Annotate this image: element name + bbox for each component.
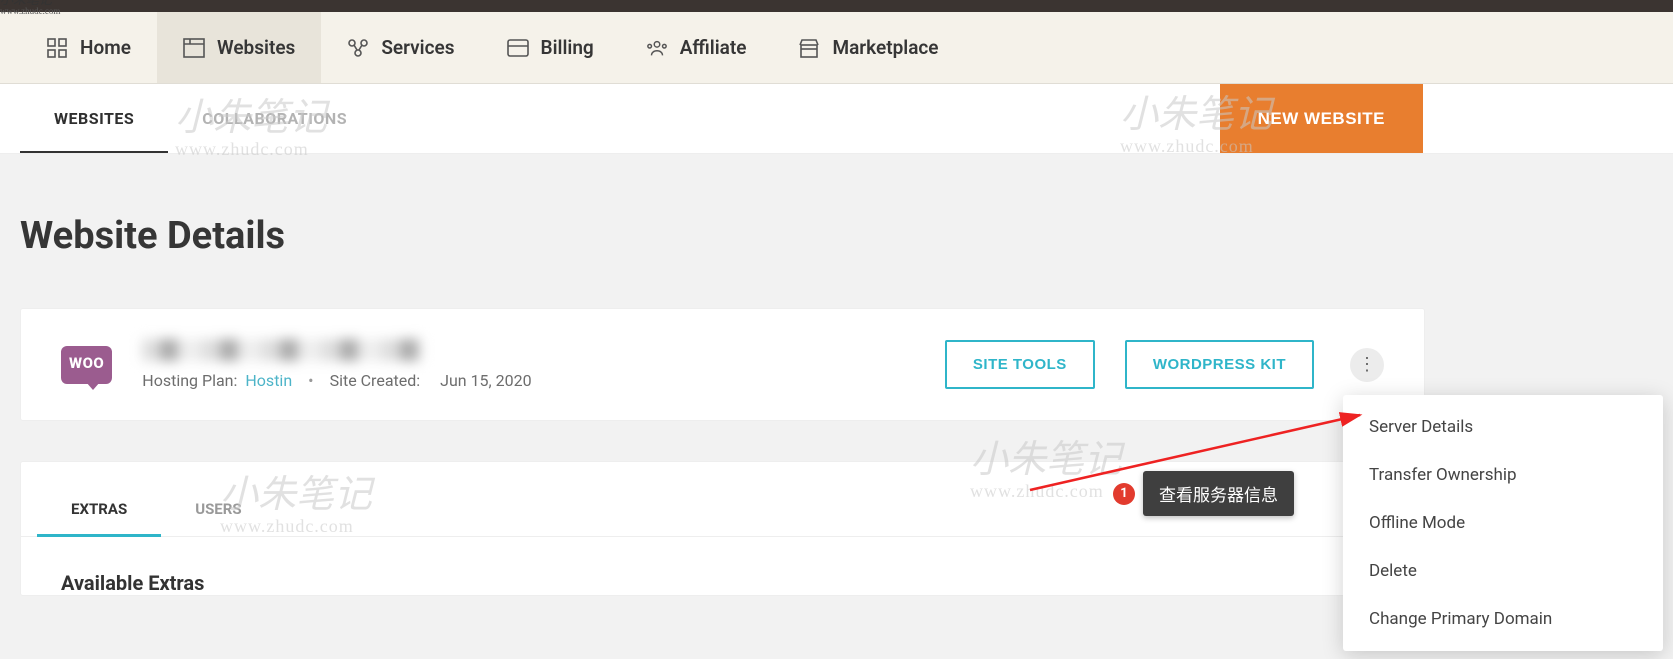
callout-number: 1 [1113, 483, 1135, 505]
page-title: Website Details [20, 214, 1653, 258]
tab-users[interactable]: USERS [161, 482, 275, 536]
nav-label: Home [80, 36, 131, 59]
menu-transfer-ownership[interactable]: Transfer Ownership [1343, 451, 1663, 499]
grid-icon [46, 37, 68, 59]
menu-server-details[interactable]: Server Details [1343, 403, 1663, 451]
nav-label: Websites [217, 36, 295, 59]
site-tools-button[interactable]: SITE TOOLS [945, 340, 1095, 389]
tab-extras[interactable]: EXTRAS [37, 482, 161, 536]
wordpress-kit-button[interactable]: WORDPRESS KIT [1125, 340, 1314, 389]
site-meta: Hosting Plan: Hostin • Site Created: Jun… [142, 371, 915, 390]
nav-label: Billing [541, 36, 594, 59]
nodes-icon [347, 37, 369, 59]
nav-billing[interactable]: Billing [481, 12, 620, 83]
nav-home[interactable]: Home [20, 12, 157, 83]
section-heading: Available Extras [21, 537, 1424, 595]
store-icon [798, 37, 820, 59]
website-card: WOO Hosting Plan: Hostin • Site Created:… [20, 308, 1425, 421]
nav-marketplace[interactable]: Marketplace [772, 12, 964, 83]
created-label: Site Created: [330, 371, 421, 390]
menu-change-primary-domain[interactable]: Change Primary Domain [1343, 595, 1663, 643]
nav-affiliate[interactable]: Affiliate [620, 12, 773, 83]
more-actions-button[interactable]: ⋮ [1350, 348, 1384, 382]
hosting-plan-link[interactable]: Hostin [245, 371, 292, 390]
nav-websites[interactable]: Websites [157, 12, 321, 83]
site-domain-redacted [142, 339, 422, 361]
menu-delete[interactable]: Delete [1343, 547, 1663, 595]
annotation-callout: 1 查看服务器信息 [1113, 471, 1294, 516]
tab-collaborations[interactable]: COLLABORATIONS [168, 84, 381, 153]
separator-dot: • [300, 371, 321, 390]
site-info: Hosting Plan: Hostin • Site Created: Jun… [142, 339, 915, 390]
window-topbar [0, 0, 1673, 12]
nav-label: Affiliate [680, 36, 747, 59]
hosting-plan-label: Hosting Plan: [142, 371, 237, 390]
browser-icon [183, 37, 205, 59]
sub-nav: WEBSITES COLLABORATIONS NEW WEBSITE [0, 84, 1673, 154]
nav-services[interactable]: Services [321, 12, 480, 83]
kebab-icon: ⋮ [1358, 354, 1376, 375]
new-website-button[interactable]: NEW WEBSITE [1220, 84, 1423, 153]
menu-offline-mode[interactable]: Offline Mode [1343, 499, 1663, 547]
tab-websites[interactable]: WEBSITES [20, 84, 168, 153]
callout-text: 查看服务器信息 [1143, 471, 1294, 516]
actions-dropdown: Server Details Transfer Ownership Offlin… [1343, 395, 1663, 651]
nav-label: Services [381, 36, 454, 59]
nav-label: Marketplace [832, 36, 938, 59]
created-value: Jun 15, 2020 [440, 371, 532, 390]
people-icon [646, 37, 668, 59]
card-icon [507, 37, 529, 59]
main-nav: Home Websites Services Billing Affiliate… [0, 12, 1673, 84]
woo-badge-icon: WOO [61, 346, 112, 384]
